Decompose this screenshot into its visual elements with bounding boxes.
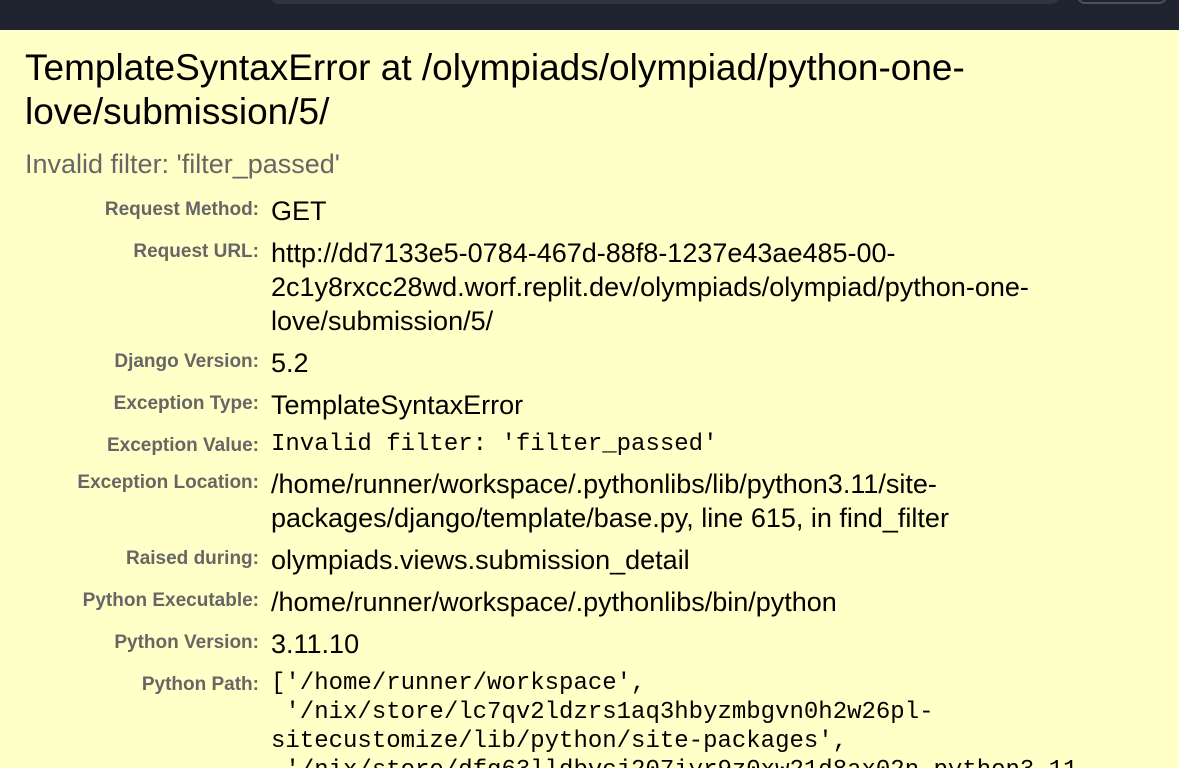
meta-value: http://dd7133e5-0784-467d-88f8-1237e43ae… <box>271 232 1165 342</box>
meta-value: 3.11.10 <box>271 629 360 659</box>
meta-value: olympiads.views.submission_detail <box>271 545 690 575</box>
meta-label: Exception Location: <box>77 472 259 493</box>
browser-top-bar <box>0 0 1179 30</box>
error-title: TemplateSyntaxError at /olympiads/olympi… <box>25 30 1165 134</box>
meta-row-request-method: Request Method: GET <box>25 190 1165 232</box>
location-line: packages/django/template/base.py, line 6… <box>271 503 949 533</box>
meta-label: Request Method: <box>104 199 259 220</box>
error-title-line: TemplateSyntaxError at /olympiads/olympi… <box>25 47 965 88</box>
meta-value: TemplateSyntaxError <box>271 390 524 420</box>
meta-label: Raised during: <box>125 548 259 569</box>
meta-row-exception-value: Exception Value: Invalid filter: 'filter… <box>25 426 1165 463</box>
meta-label: Python Path: <box>141 674 259 695</box>
url-line: 2c1y8rxcc28wd.worf.replit.dev/olympiads/… <box>271 272 1029 302</box>
meta-value: ['/home/runner/workspace', '/nix/store/l… <box>271 665 1165 768</box>
location-line: /home/runner/workspace/.pythonlibs/lib/p… <box>271 469 937 499</box>
meta-row-exception-location: Exception Location: /home/runner/workspa… <box>25 463 1165 539</box>
path-line: '/nix/store/dfg63lldbvcj207iyr9z0xw21d8a… <box>271 756 1165 768</box>
meta-label: Exception Value: <box>106 435 259 456</box>
path-line: sitecustomize/lib/python/site-packages', <box>271 728 848 755</box>
error-summary: TemplateSyntaxError at /olympiads/olympi… <box>25 30 1165 768</box>
meta-row-django-version: Django Version: 5.2 <box>25 342 1165 384</box>
meta-row-raised-during: Raised during: olympiads.views.submissio… <box>25 539 1165 581</box>
meta-label: Python Version: <box>114 632 259 653</box>
error-title-line: love/submission/5/ <box>25 91 330 132</box>
meta-label: Request URL: <box>133 241 259 262</box>
meta-row-exception-type: Exception Type: TemplateSyntaxError <box>25 384 1165 426</box>
path-line: ['/home/runner/workspace', <box>271 670 646 697</box>
meta-label: Django Version: <box>114 351 259 372</box>
meta-value: /home/runner/workspace/.pythonlibs/lib/p… <box>271 463 1165 539</box>
toolbar-button[interactable] <box>1077 0 1167 4</box>
meta-row-python-version: Python Version: 3.11.10 <box>25 623 1165 665</box>
meta-row-python-path: Python Path: ['/home/runner/workspace', … <box>25 665 1165 768</box>
address-bar[interactable] <box>270 0 1060 4</box>
meta-label: Exception Type: <box>113 393 259 414</box>
meta-value: GET <box>271 196 327 226</box>
meta-row-request-url: Request URL: http://dd7133e5-0784-467d-8… <box>25 232 1165 342</box>
meta-value: Invalid filter: 'filter_passed' <box>271 431 718 458</box>
url-line: love/submission/5/ <box>271 306 494 336</box>
url-line: http://dd7133e5-0784-467d-88f8-1237e43ae… <box>271 238 896 268</box>
exception-message: Invalid filter: 'filter_passed' <box>25 149 340 179</box>
path-line: '/nix/store/lc7qv2ldzrs1aq3hbyzmbgvn0h2w… <box>271 699 934 726</box>
meta-value: /home/runner/workspace/.pythonlibs/bin/p… <box>271 587 837 617</box>
meta-label: Python Executable: <box>82 590 259 611</box>
request-meta-table: Request Method: GET Request URL: http://… <box>25 190 1165 768</box>
meta-value: 5.2 <box>271 348 309 378</box>
meta-row-python-executable: Python Executable: /home/runner/workspac… <box>25 581 1165 623</box>
